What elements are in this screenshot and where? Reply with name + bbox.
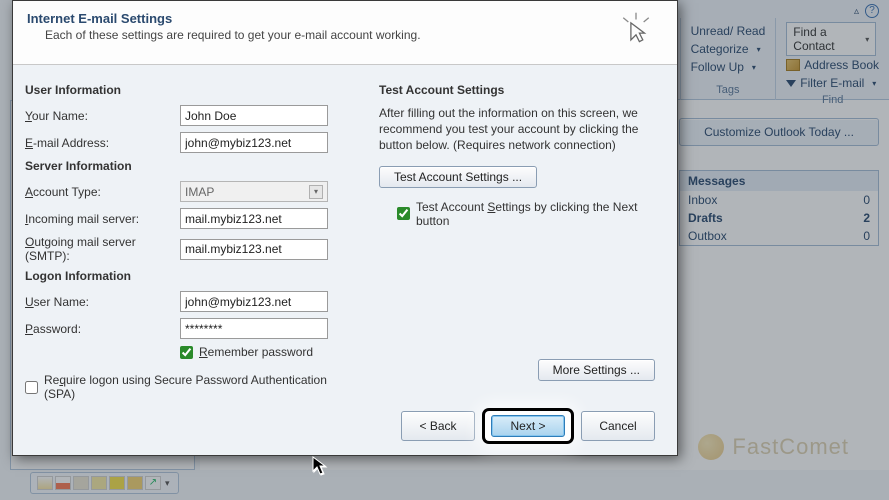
spa-checkbox[interactable]: [25, 381, 38, 394]
logon-info-heading: Logon Information: [25, 269, 355, 283]
test-settings-heading: Test Account Settings: [379, 83, 659, 97]
messages-row[interactable]: Inbox 0: [680, 191, 878, 209]
filter-icon: [786, 80, 796, 87]
dialog-footer: < Back Next > Cancel: [13, 411, 677, 441]
find-contact-placeholder: Find a Contact: [793, 25, 865, 53]
ribbon-group-label-tags: Tags: [691, 82, 766, 100]
messages-row-count: 2: [863, 211, 870, 225]
messages-row-count: 0: [863, 193, 870, 207]
messages-row-name: Drafts: [688, 211, 723, 225]
incoming-server-label: Incoming mail server:: [25, 212, 180, 226]
filter-email-button[interactable]: Filter E-mail: [786, 74, 879, 92]
incoming-server-field[interactable]: [180, 208, 328, 229]
spa-label: Require logon using Secure Password Auth…: [44, 373, 355, 401]
cancel-button[interactable]: Cancel: [581, 411, 655, 441]
username-field[interactable]: [180, 291, 328, 312]
ribbon-minimize-icon[interactable]: ▵: [854, 6, 859, 17]
remember-password-checkbox[interactable]: [180, 346, 193, 359]
notes-icon[interactable]: [109, 476, 125, 490]
password-label: Password:: [25, 322, 180, 336]
find-contact-input[interactable]: Find a Contact ▾: [786, 22, 876, 56]
ribbon-group-find: Find a Contact ▾ Address Book Filter E-m…: [775, 18, 889, 100]
shortcuts-icon[interactable]: [145, 476, 161, 490]
settings-left-column: User Information Your Name: E-mail Addre…: [25, 79, 355, 391]
categorize-button[interactable]: Categorize: [691, 40, 766, 58]
server-info-heading: Server Information: [25, 159, 355, 173]
test-on-next-label: Test Account Settings by clicking the Ne…: [416, 200, 659, 228]
ribbon-group-tags: Unread/ Read Categorize Follow Up Tags: [680, 18, 776, 100]
username-label: User Name:: [25, 295, 180, 309]
dialog-header: Internet E-mail Settings Each of these s…: [13, 1, 677, 65]
dialog-title: Internet E-mail Settings: [27, 11, 421, 26]
outgoing-server-label: Outgoing mail server (SMTP):: [25, 235, 180, 263]
messages-row-count: 0: [863, 229, 870, 243]
nav-shortcut-bar: ▾: [30, 472, 179, 494]
outgoing-server-field[interactable]: [180, 239, 328, 260]
unread-read-button[interactable]: Unread/ Read: [691, 22, 766, 40]
account-type-value: IMAP: [185, 185, 214, 199]
chevron-down-icon[interactable]: ▾: [163, 478, 172, 489]
dialog-subtitle: Each of these settings are required to g…: [27, 28, 421, 42]
your-name-field[interactable]: [180, 105, 328, 126]
messages-row-name: Outbox: [688, 229, 727, 243]
back-button[interactable]: < Back: [401, 411, 475, 441]
settings-right-column: Test Account Settings After filling out …: [379, 79, 659, 391]
messages-row-name: Inbox: [688, 193, 717, 207]
messages-row[interactable]: Drafts 2: [680, 209, 878, 227]
more-settings-button[interactable]: More Settings ...: [538, 359, 655, 381]
address-book-icon: [786, 59, 800, 71]
customize-outlook-today-button[interactable]: Customize Outlook Today ...: [679, 118, 879, 146]
folders-icon[interactable]: [127, 476, 143, 490]
email-label: E-mail Address:: [25, 136, 180, 150]
help-icon[interactable]: ?: [865, 4, 879, 18]
follow-up-button[interactable]: Follow Up: [691, 58, 766, 76]
next-button-highlight: Next >: [485, 411, 571, 441]
your-name-label: Your Name:: [25, 109, 180, 123]
messages-header: Messages: [680, 171, 878, 191]
messages-panel: Messages Inbox 0 Drafts 2 Outbox 0: [679, 170, 879, 246]
tasks-icon[interactable]: [91, 476, 107, 490]
account-type-label: Account Type:: [25, 185, 180, 199]
account-type-dropdown: IMAP ▾: [180, 181, 328, 202]
settings-header-icon: [619, 11, 653, 50]
ribbon-group-label-find: Find: [786, 92, 879, 110]
address-book-label: Address Book: [804, 58, 879, 72]
messages-row[interactable]: Outbox 0: [680, 227, 878, 245]
remember-password-label: Remember password: [199, 345, 313, 359]
contacts-icon[interactable]: [73, 476, 89, 490]
test-on-next-checkbox[interactable]: [397, 207, 410, 220]
chevron-down-icon: ▾: [309, 185, 323, 199]
chevron-down-icon: ▾: [865, 35, 869, 44]
mail-icon[interactable]: [37, 476, 53, 490]
test-account-settings-button[interactable]: Test Account Settings ...: [379, 166, 537, 188]
email-settings-dialog: Internet E-mail Settings Each of these s…: [12, 0, 678, 456]
test-settings-description: After filling out the information on thi…: [379, 105, 659, 154]
filter-email-label: Filter E-mail: [800, 76, 864, 90]
email-field[interactable]: [180, 132, 328, 153]
user-info-heading: User Information: [25, 83, 355, 97]
next-button[interactable]: Next >: [491, 415, 565, 437]
outlook-today-side: Customize Outlook Today ... Messages Inb…: [679, 118, 879, 246]
password-field[interactable]: [180, 318, 328, 339]
calendar-icon[interactable]: [55, 476, 71, 490]
address-book-button[interactable]: Address Book: [786, 56, 879, 74]
